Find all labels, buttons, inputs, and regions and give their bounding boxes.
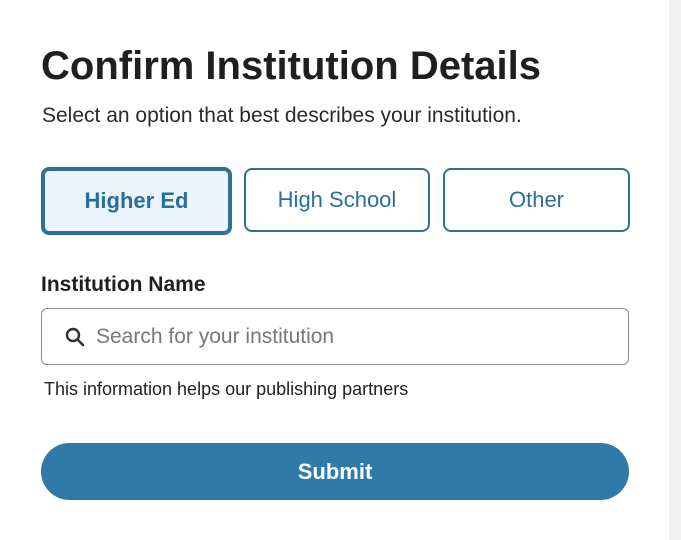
- search-icon: [64, 326, 86, 348]
- institution-search-field[interactable]: [41, 308, 629, 365]
- other-option-button[interactable]: Other: [443, 168, 630, 232]
- submit-button[interactable]: Submit: [41, 443, 629, 500]
- page-title: Confirm Institution Details: [41, 44, 541, 88]
- helper-text: This information helps our publishing pa…: [44, 379, 409, 399]
- high-school-option-button[interactable]: High School: [244, 168, 430, 232]
- confirm-institution-page: Confirm Institution Details Select an op…: [0, 0, 681, 540]
- institution-type-options: Higher Ed High School Other: [41, 167, 630, 235]
- institution-name-label: Institution Name: [41, 273, 206, 296]
- scrollbar-track[interactable]: [669, 0, 681, 540]
- higher-ed-option-button[interactable]: Higher Ed: [41, 167, 232, 235]
- page-subtitle: Select an option that best describes you…: [42, 104, 522, 127]
- institution-search-input[interactable]: [96, 324, 596, 349]
